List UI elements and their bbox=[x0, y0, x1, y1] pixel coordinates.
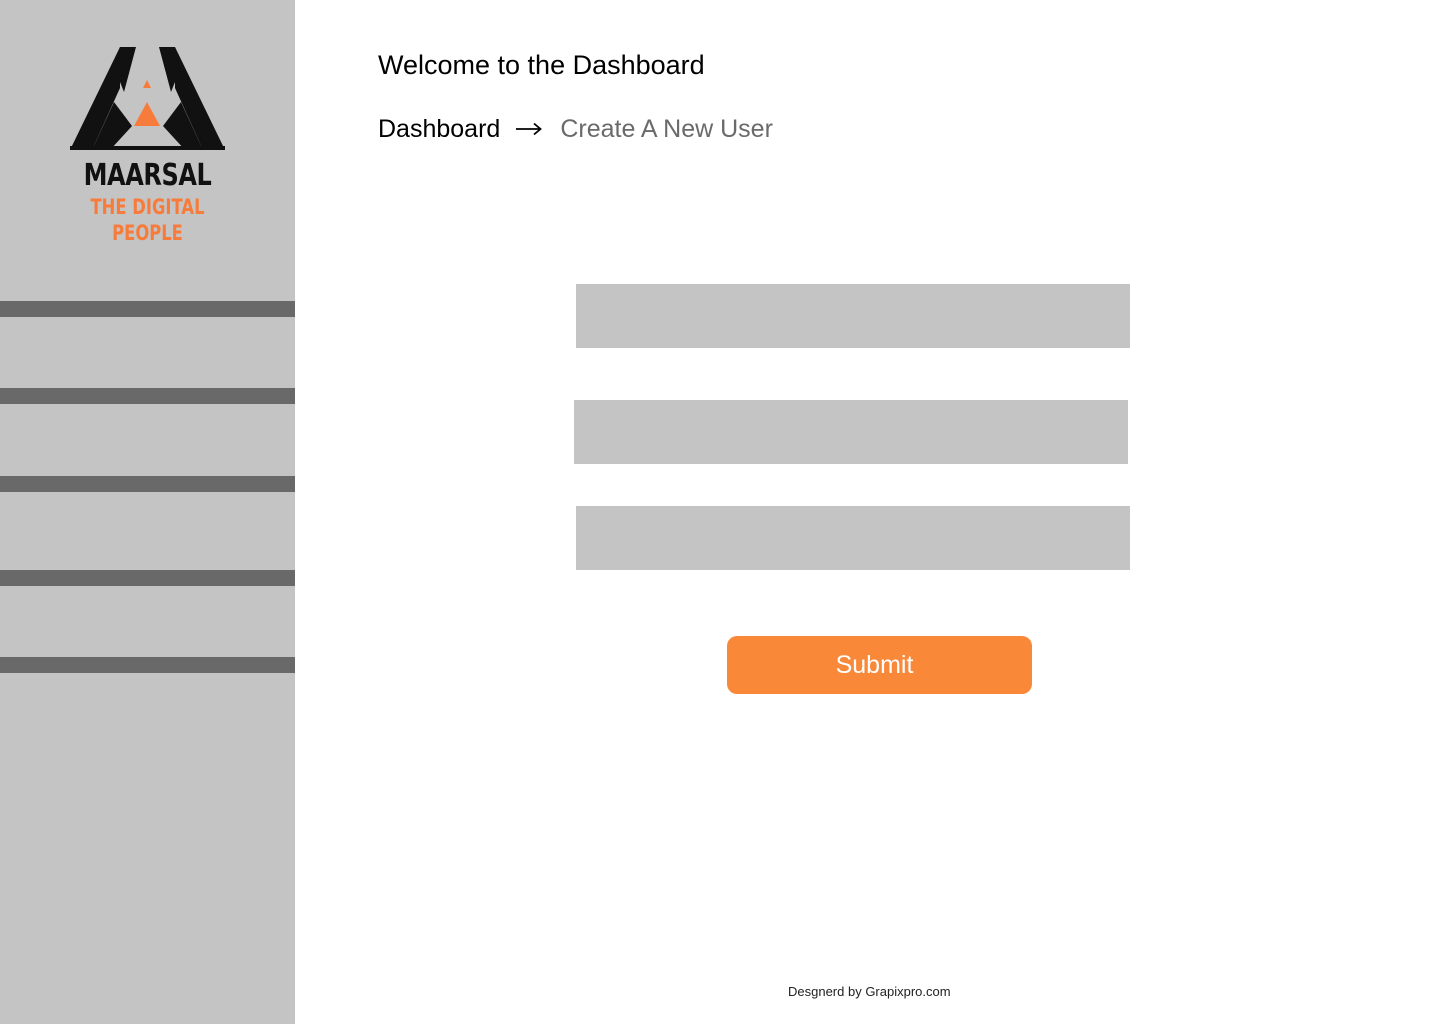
sidebar-divider bbox=[0, 301, 295, 317]
sidebar-item-3[interactable] bbox=[0, 492, 295, 570]
footer-credit: Desgnerd by Grapixpro.com bbox=[788, 984, 951, 999]
user-field-2[interactable] bbox=[574, 400, 1128, 464]
user-field-1[interactable] bbox=[576, 284, 1130, 348]
logo-mark-icon bbox=[70, 47, 225, 150]
logo-brand-name: MAARSAL bbox=[83, 158, 212, 193]
sidebar-divider bbox=[0, 388, 295, 404]
user-field-3[interactable] bbox=[576, 506, 1130, 570]
sidebar-divider bbox=[0, 476, 295, 492]
sidebar-divider bbox=[0, 657, 295, 673]
logo-tagline: THE DIGITAL PEOPLE bbox=[90, 195, 205, 245]
sidebar-item-2[interactable] bbox=[0, 404, 295, 476]
breadcrumb-current: Create A New User bbox=[560, 114, 773, 143]
page-title: Welcome to the Dashboard bbox=[378, 50, 705, 80]
arrow-right-icon bbox=[516, 122, 543, 136]
sidebar-divider bbox=[0, 570, 295, 586]
submit-button[interactable]: Submit bbox=[727, 636, 1032, 694]
breadcrumb: Dashboard Create A New User bbox=[378, 111, 773, 147]
sidebar-item-1[interactable] bbox=[0, 317, 295, 388]
sidebar-item-4[interactable] bbox=[0, 586, 295, 657]
maarsal-logo: MAARSAL THE DIGITAL PEOPLE bbox=[40, 40, 255, 245]
sidebar: MAARSAL THE DIGITAL PEOPLE bbox=[0, 0, 295, 1024]
breadcrumb-dashboard-link[interactable]: Dashboard bbox=[378, 115, 500, 144]
